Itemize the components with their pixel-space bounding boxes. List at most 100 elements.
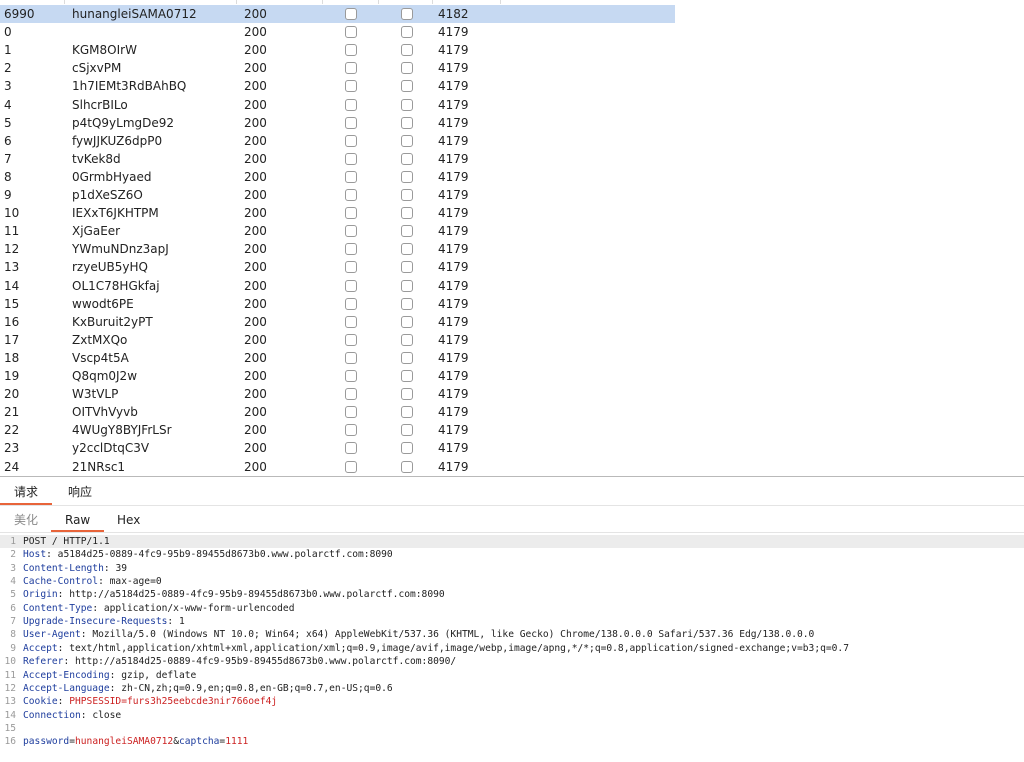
column-divider[interactable] [236, 0, 237, 4]
timeout-checkbox[interactable] [401, 351, 413, 364]
error-checkbox[interactable] [345, 189, 357, 201]
table-row[interactable]: 12 YWmuNDnz3apJ 200 4179 [0, 240, 675, 258]
error-checkbox[interactable] [345, 26, 357, 39]
error-checkbox[interactable] [345, 297, 357, 310]
timeout-checkbox[interactable] [401, 442, 413, 455]
table-row[interactable]: 19 Q8qm0J2w 200 4179 [0, 367, 675, 385]
table-row[interactable]: 18 Vscp4t5A 200 4179 [0, 349, 675, 367]
timeout-checkbox[interactable] [401, 261, 413, 274]
table-row[interactable]: 1 KGM8OIrW 200 4179 [0, 41, 675, 59]
timeout-checkbox[interactable] [401, 26, 413, 39]
table-row[interactable]: 9 p1dXeSZ6O 200 4179 [0, 186, 675, 204]
timeout-checkbox[interactable] [401, 225, 413, 238]
error-checkbox[interactable] [345, 170, 357, 183]
error-checkbox[interactable] [345, 406, 357, 419]
table-row[interactable]: 16 KxBuruit2yPT 200 4179 [0, 313, 675, 331]
timeout-checkbox[interactable] [401, 152, 413, 165]
table-row[interactable]: 24 21NRsc1 200 4179 [0, 458, 675, 476]
status-code-cell: 200 [244, 115, 267, 130]
timeout-checkbox[interactable] [401, 297, 413, 310]
error-checkbox[interactable] [345, 152, 357, 165]
tab-hex[interactable]: Hex [103, 506, 154, 532]
error-checkbox[interactable] [345, 351, 357, 364]
table-header-strip [0, 0, 675, 4]
timeout-checkbox[interactable] [401, 424, 413, 437]
payload-cell: OITVhVyvb [72, 405, 138, 420]
error-checkbox[interactable] [345, 98, 357, 111]
timeout-checkbox[interactable] [401, 207, 413, 220]
column-divider[interactable] [322, 0, 323, 4]
error-checkbox[interactable] [345, 460, 357, 473]
error-checkbox[interactable] [345, 116, 357, 129]
timeout-checkbox[interactable] [401, 80, 413, 93]
timeout-checkbox[interactable] [401, 62, 413, 75]
error-checkbox[interactable] [345, 279, 357, 292]
timeout-checkbox[interactable] [401, 333, 413, 346]
timeout-checkbox[interactable] [401, 315, 413, 328]
timeout-checkbox[interactable] [401, 460, 413, 473]
error-checkbox[interactable] [345, 424, 357, 437]
table-row[interactable]: 6 fywJJKUZ6dpP0 200 4179 [0, 132, 675, 150]
table-row[interactable]: 6990 hunangleiSAMA0712 200 4182 [0, 5, 675, 23]
timeout-checkbox[interactable] [401, 370, 413, 382]
timeout-checkbox[interactable] [401, 279, 413, 292]
table-row[interactable]: 21 OITVhVyvb 200 4179 [0, 403, 675, 421]
table-row[interactable]: 15 wwodt6PE 200 4179 [0, 295, 675, 313]
timeout-checkbox[interactable] [401, 243, 413, 256]
error-checkbox[interactable] [345, 315, 357, 328]
table-row[interactable]: 20 W3tVLP 200 4179 [0, 385, 675, 403]
table-row[interactable]: 0 200 4179 [0, 23, 675, 41]
status-code-cell: 200 [244, 97, 267, 112]
payload-cell: 4WUgY8BYJFrLSr [72, 423, 172, 438]
table-row[interactable]: 2 cSjxvPM 200 4179 [0, 59, 675, 77]
timeout-checkbox[interactable] [401, 8, 413, 20]
timeout-checkbox[interactable] [401, 44, 413, 57]
timeout-checkbox[interactable] [401, 189, 413, 201]
error-checkbox[interactable] [345, 80, 357, 93]
status-code-cell: 200 [244, 133, 267, 148]
tab-pretty[interactable]: 美化 [0, 506, 52, 532]
timeout-checkbox[interactable] [401, 388, 413, 401]
error-checkbox[interactable] [345, 62, 357, 75]
table-row[interactable]: 3 1h7IEMt3RdBAhBQ 200 4179 [0, 77, 675, 95]
tab-response[interactable]: 响应 [54, 477, 106, 505]
table-row[interactable]: 14 OL1C78HGkfaj 200 4179 [0, 277, 675, 295]
column-divider[interactable] [432, 0, 433, 4]
error-checkbox[interactable] [345, 388, 357, 401]
table-row[interactable]: 22 4WUgY8BYJFrLSr 200 4179 [0, 421, 675, 439]
timeout-checkbox[interactable] [401, 170, 413, 183]
header-name: Host [23, 549, 47, 561]
raw-request-editor[interactable]: 1 POST / HTTP/1.1 2 Host: a5184d25-0889-4fc… [0, 533, 1024, 762]
table-row[interactable]: 4 SlhcrBILo 200 4179 [0, 96, 675, 114]
timeout-checkbox[interactable] [401, 116, 413, 129]
tab-request[interactable]: 请求 [0, 477, 53, 505]
response-length-cell: 4179 [438, 350, 469, 365]
table-row[interactable]: 17 ZxtMXQo 200 4179 [0, 331, 675, 349]
error-checkbox[interactable] [345, 442, 357, 455]
error-checkbox[interactable] [345, 225, 357, 238]
column-divider[interactable] [378, 0, 379, 4]
error-checkbox[interactable] [345, 370, 357, 382]
table-row[interactable]: 5 p4tQ9yLmgDe92 200 4179 [0, 114, 675, 132]
table-row[interactable]: 13 rzyeUB5yHQ 200 4179 [0, 258, 675, 276]
column-divider[interactable] [64, 0, 65, 4]
timeout-checkbox[interactable] [401, 406, 413, 419]
timeout-checkbox[interactable] [401, 98, 413, 111]
table-row[interactable]: 10 IEXxT6JKHTPM 200 4179 [0, 204, 675, 222]
error-checkbox[interactable] [345, 44, 357, 57]
table-row[interactable]: 8 0GrmbHyaed 200 4179 [0, 168, 675, 186]
error-checkbox[interactable] [345, 207, 357, 220]
error-checkbox[interactable] [345, 333, 357, 346]
error-checkbox[interactable] [345, 8, 357, 20]
error-checkbox[interactable] [345, 134, 357, 147]
table-row[interactable]: 23 y2cclDtqC3V 200 4179 [0, 439, 675, 457]
table-row[interactable]: 7 tvKek8d 200 4179 [0, 150, 675, 168]
error-checkbox[interactable] [345, 243, 357, 256]
payload-cell: Vscp4t5A [72, 350, 129, 365]
column-divider[interactable] [500, 0, 501, 4]
tab-raw[interactable]: Raw [51, 506, 105, 532]
table-row[interactable]: 11 XjGaEer 200 4179 [0, 222, 675, 240]
timeout-checkbox[interactable] [401, 134, 413, 147]
status-code-cell: 200 [244, 25, 267, 40]
error-checkbox[interactable] [345, 261, 357, 274]
